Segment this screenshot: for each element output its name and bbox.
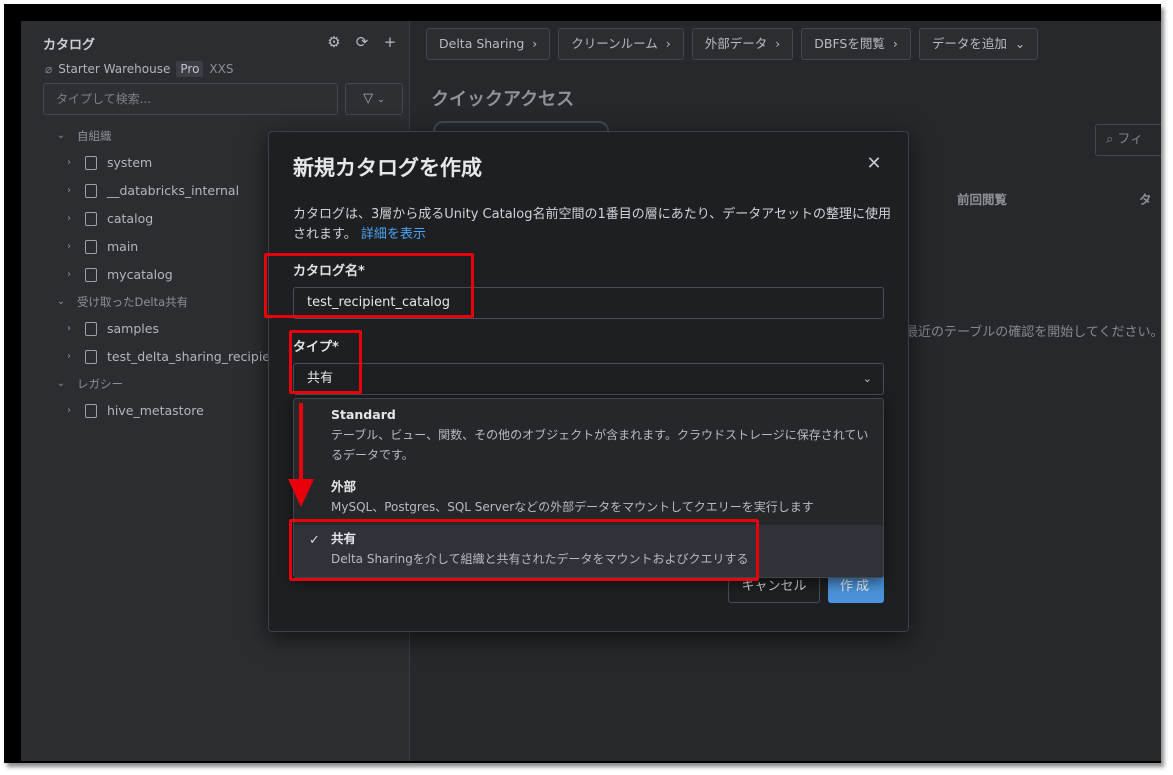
column-header-type[interactable]: タ xyxy=(1139,189,1152,208)
chevron-right-icon: › xyxy=(67,323,71,334)
annotation-box-catalog-name xyxy=(264,253,474,318)
button-label: Delta Sharing xyxy=(439,36,525,51)
button-label: データを追加 xyxy=(931,36,1007,51)
chevron-right-icon: › xyxy=(67,213,71,224)
annotation-box-type xyxy=(289,330,362,394)
tree-item-label: __databricks_internal xyxy=(107,183,240,198)
annotation-arrow-down xyxy=(288,403,314,507)
button-label: 外部データ xyxy=(704,36,768,51)
type-option-external[interactable]: 外部 MySQL、Postgres、SQL Serverなどの外部データをマウン… xyxy=(294,477,883,521)
tree-item-label: hive_metastore xyxy=(107,403,204,418)
chevron-down-icon: ⌄ xyxy=(862,372,872,385)
warehouse-status-icon: ⌀ xyxy=(45,62,53,76)
browse-dbfs-button[interactable]: DBFSを閲覧 › xyxy=(801,28,911,60)
quick-access-title: クイックアクセス xyxy=(431,89,575,110)
arrow-head xyxy=(288,479,314,507)
chevron-right-icon: › xyxy=(67,157,71,168)
chevron-down-icon: ⌄ xyxy=(56,130,66,141)
chevron-right-icon: › xyxy=(771,36,781,51)
warehouse-name: Starter Warehouse xyxy=(58,62,171,76)
chevron-right-icon: › xyxy=(888,36,898,51)
option-title: Standard xyxy=(331,407,396,422)
learn-more-link[interactable]: 詳細を表示 xyxy=(361,227,426,242)
quick-access-empty-text: 最近のテーブルの確認を開始してください。 xyxy=(905,325,1161,340)
delta-sharing-button[interactable]: Delta Sharing › xyxy=(426,28,551,60)
catalog-icon xyxy=(85,156,97,170)
button-label: クリーンルーム xyxy=(571,36,658,51)
filter-placeholder: フィ xyxy=(1117,132,1144,147)
chevron-right-icon: › xyxy=(67,269,71,280)
chevron-down-icon: ⌄ xyxy=(1010,36,1026,51)
type-option-standard[interactable]: Standard テーブル、ビュー、関数、その他のオブジェクトが含まれます。クラ… xyxy=(294,405,883,471)
chevron-right-icon: › xyxy=(661,36,671,51)
tree-item-label: system xyxy=(107,155,153,170)
dialog-description: カタログは、3層から成るUnity Catalog名前空間の1番目の層にあたり、… xyxy=(293,205,893,245)
tree-item-label: samples xyxy=(107,321,159,336)
button-label: DBFSを閲覧 xyxy=(814,36,885,51)
catalog-search-input[interactable]: タイプして検索... xyxy=(43,83,338,115)
chevron-right-icon: › xyxy=(67,351,71,362)
catalog-icon xyxy=(85,240,97,254)
filter-button[interactable]: ▽ ⌄ xyxy=(345,83,403,115)
tree-item-label: main xyxy=(107,239,139,254)
option-title: 外部 xyxy=(331,479,357,494)
catalog-icon xyxy=(85,268,97,282)
chevron-down-icon: ⌄ xyxy=(377,95,385,105)
tree-item-label: test_delta_sharing_recipient xyxy=(107,349,283,364)
type-select[interactable]: 共有 ⌄ xyxy=(293,363,884,395)
tree-item-label: mycatalog xyxy=(107,267,173,282)
close-icon[interactable]: ✕ xyxy=(864,154,884,174)
chevron-right-icon: › xyxy=(67,241,71,252)
search-icon: ⌕ xyxy=(1106,132,1114,147)
external-data-button[interactable]: 外部データ › xyxy=(691,28,794,60)
add-data-button[interactable]: データを追加 ⌄ xyxy=(918,28,1039,60)
section-label: レガシー xyxy=(77,377,123,391)
clean-room-button[interactable]: クリーンルーム › xyxy=(558,28,684,60)
warehouse-selector[interactable]: ⌀ Starter Warehouse Pro XXS xyxy=(45,61,233,77)
tree-item-label: catalog xyxy=(107,211,154,226)
screenshot-frame: カタログ ⚙ ⟳ + ⌀ Starter Warehouse Pro XXS タ… xyxy=(4,4,1161,763)
top-action-bar: Delta Sharing › クリーンルーム › 外部データ › DBFSを閲… xyxy=(426,28,1039,60)
warehouse-tier-badge: Pro xyxy=(176,61,204,77)
catalog-icon xyxy=(85,184,97,198)
dialog-title: 新規カタログを作成 xyxy=(293,156,482,180)
catalog-icon xyxy=(85,404,97,418)
sidebar-title: カタログ xyxy=(43,38,96,53)
chevron-right-icon: › xyxy=(528,36,538,51)
column-header-last-viewed[interactable]: 前回閲覧 xyxy=(957,189,1007,208)
plus-icon[interactable]: + xyxy=(381,33,399,51)
chevron-right-icon: › xyxy=(67,185,71,196)
refresh-icon[interactable]: ⟳ xyxy=(353,33,371,51)
section-label: 自組織 xyxy=(77,129,112,143)
app-window: カタログ ⚙ ⟳ + ⌀ Starter Warehouse Pro XXS タ… xyxy=(21,21,1161,761)
gear-icon[interactable]: ⚙ xyxy=(325,33,343,51)
annotation-box-shared-option xyxy=(289,519,759,581)
sidebar-actions: ⚙ ⟳ + xyxy=(325,33,399,51)
shared-catalog-icon xyxy=(85,322,97,336)
shared-catalog-icon xyxy=(85,350,97,364)
catalog-icon xyxy=(85,212,97,226)
quick-access-filter-input[interactable]: ⌕ フィ xyxy=(1095,124,1161,156)
section-label: 受け取ったDelta共有 xyxy=(77,295,189,309)
chevron-down-icon: ⌄ xyxy=(56,296,66,307)
filter-icon: ▽ xyxy=(363,91,374,106)
warehouse-size: XXS xyxy=(209,62,234,76)
option-description: MySQL、Postgres、SQL Serverなどの外部データをマウントして… xyxy=(331,500,814,514)
option-description: テーブル、ビュー、関数、その他のオブジェクトが含まれます。クラウドストレージに保… xyxy=(331,428,869,462)
chevron-right-icon: › xyxy=(67,405,71,416)
chevron-down-icon: ⌄ xyxy=(56,378,66,389)
